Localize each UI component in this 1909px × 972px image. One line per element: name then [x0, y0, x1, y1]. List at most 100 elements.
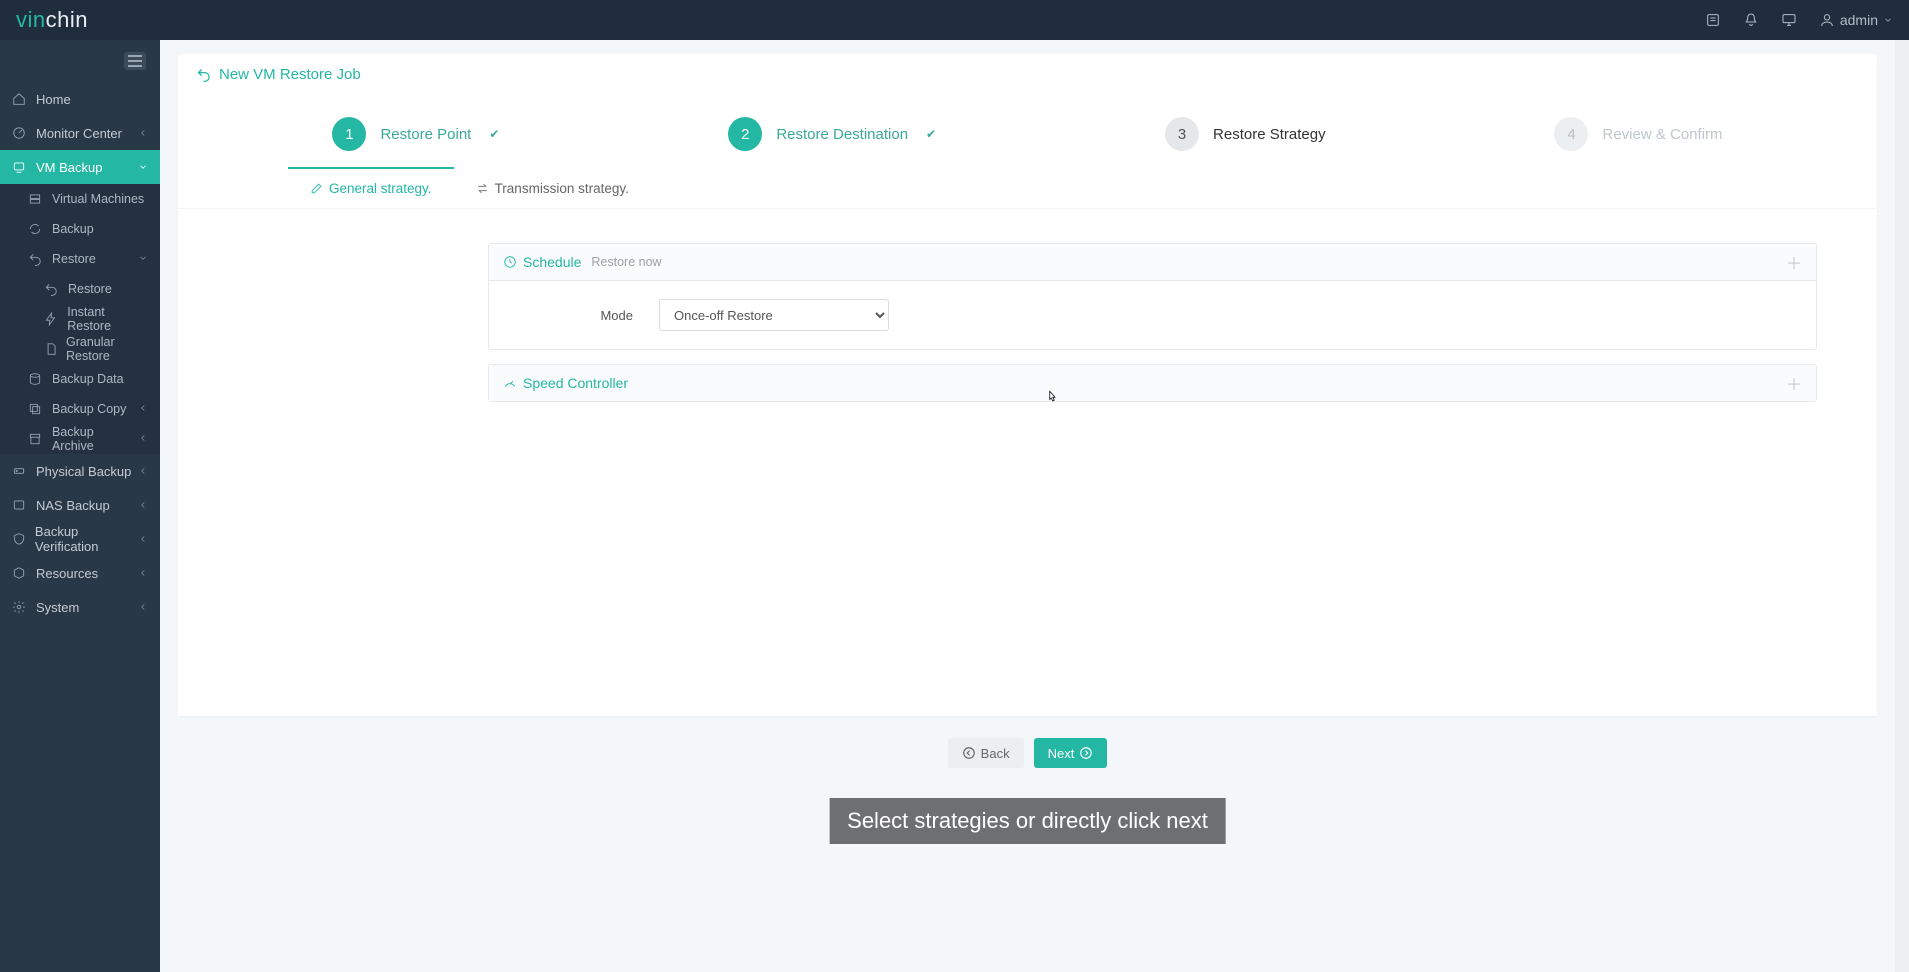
sidebar-item-verification[interactable]: Backup Verification: [0, 522, 160, 556]
sidebar-item-label: Backup Data: [52, 372, 124, 386]
sidebar-item-physical[interactable]: Physical Backup: [0, 454, 160, 488]
sidebar-item-label: Instant Restore: [67, 305, 148, 333]
archive-icon: [28, 432, 44, 446]
chevron-left-icon: [138, 532, 148, 547]
chevron-left-icon: [138, 126, 148, 141]
step-number: 3: [1165, 117, 1199, 151]
sidebar-item-vms[interactable]: Virtual Machines: [0, 184, 160, 214]
chevron-left-icon: [138, 600, 148, 615]
swap-icon: [476, 182, 489, 195]
back-button[interactable]: Back: [948, 738, 1024, 768]
edit-icon: [310, 182, 323, 195]
gauge-icon: [12, 126, 28, 140]
step-review-confirm: 4 Review & Confirm: [1554, 117, 1722, 151]
bell-icon[interactable]: [1743, 12, 1759, 28]
panel-speed-controller: Speed Controller ＋: [488, 364, 1817, 402]
hamburger-icon: [124, 52, 146, 70]
sidebar-item-backup-archive[interactable]: Backup Archive: [0, 424, 160, 454]
button-label: Back: [981, 746, 1010, 761]
sidebar-item-label: VM Backup: [36, 160, 102, 175]
copy-icon: [28, 402, 44, 416]
button-label: Next: [1048, 746, 1075, 761]
sidebar-item-label: Restore: [52, 252, 96, 266]
undo-icon: [28, 252, 44, 266]
sidebar-item-label: Granular Restore: [66, 335, 148, 363]
undo-icon: [44, 282, 60, 296]
shield-icon: [12, 532, 27, 546]
sidebar-item-label: Monitor Center: [36, 126, 122, 141]
nas-icon: [12, 498, 28, 512]
monitor-icon[interactable]: [1781, 12, 1797, 28]
vm-icon: [12, 160, 28, 174]
tab-label: General strategy.: [329, 181, 432, 196]
vertical-scrollbar[interactable]: [1895, 40, 1909, 972]
sidebar-item-label: Virtual Machines: [52, 192, 144, 206]
sidebar-item-monitor[interactable]: Monitor Center: [0, 116, 160, 150]
hdd-icon: [12, 464, 28, 478]
step-restore-strategy[interactable]: 3 Restore Strategy: [1165, 117, 1326, 151]
server-icon: [28, 192, 44, 206]
sidebar-item-resources[interactable]: Resources: [0, 556, 160, 590]
user-menu[interactable]: admin: [1819, 12, 1893, 28]
sidebar-item-label: Backup Verification: [35, 524, 138, 554]
home-icon: [12, 92, 28, 106]
panel-title: Schedule: [523, 254, 581, 270]
sidebar-item-label: Home: [36, 92, 71, 107]
strategy-tabs: General strategy. Transmission strategy.: [178, 167, 1877, 208]
panel-subtitle: Restore now: [591, 255, 661, 269]
plus-icon[interactable]: ＋: [1786, 371, 1802, 395]
check-icon: ✔: [926, 127, 936, 141]
step-number: 2: [728, 117, 762, 151]
check-icon: ✔: [489, 127, 499, 141]
chevron-left-icon: [138, 464, 148, 479]
sidebar-item-home[interactable]: Home: [0, 82, 160, 116]
tab-label: Transmission strategy.: [495, 181, 629, 196]
sidebar-item-label: Backup: [52, 222, 94, 236]
sidebar-item-backup-copy[interactable]: Backup Copy: [0, 394, 160, 424]
step-label: Restore Strategy: [1213, 126, 1326, 143]
wizard-stepper: 1 Restore Point ✔ 2 Restore Destination …: [178, 95, 1877, 167]
page-title-text: New VM Restore Job: [219, 66, 361, 83]
chevron-left-icon: [138, 566, 148, 581]
panel-schedule-header[interactable]: Schedule Restore now ＋: [489, 244, 1816, 281]
tasks-icon[interactable]: [1705, 12, 1721, 28]
next-button[interactable]: Next: [1034, 738, 1108, 768]
mode-select[interactable]: Once-off Restore: [659, 299, 889, 331]
plus-icon[interactable]: ＋: [1786, 250, 1802, 274]
gear-icon: [12, 600, 28, 614]
top-bar: vinchin admin: [0, 0, 1909, 40]
sidebar-item-system[interactable]: System: [0, 590, 160, 624]
sidebar-item-label: NAS Backup: [36, 498, 110, 513]
step-label: Restore Destination: [776, 126, 908, 143]
sidebar-item-restore-sub[interactable]: Restore: [0, 274, 160, 304]
step-restore-point[interactable]: 1 Restore Point ✔: [332, 117, 499, 151]
sidebar-item-vmbackup[interactable]: VM Backup: [0, 150, 160, 184]
user-name: admin: [1840, 12, 1878, 28]
sidebar-item-label: Backup Archive: [52, 425, 138, 453]
mode-label: Mode: [573, 308, 633, 323]
sidebar-item-restore[interactable]: Restore: [0, 244, 160, 274]
user-icon: [1819, 12, 1835, 28]
arrow-left-icon: [962, 746, 976, 760]
tab-transmission-strategy[interactable]: Transmission strategy.: [454, 167, 651, 208]
database-icon: [28, 372, 44, 386]
sidebar-item-nas[interactable]: NAS Backup: [0, 488, 160, 522]
chevron-down-icon: [138, 252, 148, 266]
main-content: New VM Restore Job 1 Restore Point ✔ 2 R…: [160, 40, 1895, 972]
file-icon: [44, 342, 58, 356]
sidebar-collapse[interactable]: [0, 40, 160, 82]
panel-schedule: Schedule Restore now ＋ Mode Once-off Res…: [488, 243, 1817, 350]
tab-general-strategy[interactable]: General strategy.: [288, 167, 454, 208]
panel-speed-header[interactable]: Speed Controller ＋: [489, 365, 1816, 401]
hint-caption: Select strategies or directly click next: [829, 798, 1226, 844]
step-label: Restore Point: [380, 126, 471, 143]
sidebar-item-instant[interactable]: Instant Restore: [0, 304, 160, 334]
sidebar-item-backup-data[interactable]: Backup Data: [0, 364, 160, 394]
step-restore-destination[interactable]: 2 Restore Destination ✔: [728, 117, 936, 151]
sidebar-item-label: Restore: [68, 282, 112, 296]
sidebar-item-granular[interactable]: Granular Restore: [0, 334, 160, 364]
bolt-icon: [44, 312, 59, 326]
sidebar-item-backup[interactable]: Backup: [0, 214, 160, 244]
chevron-left-icon: [138, 498, 148, 513]
sidebar-item-label: Physical Backup: [36, 464, 131, 479]
